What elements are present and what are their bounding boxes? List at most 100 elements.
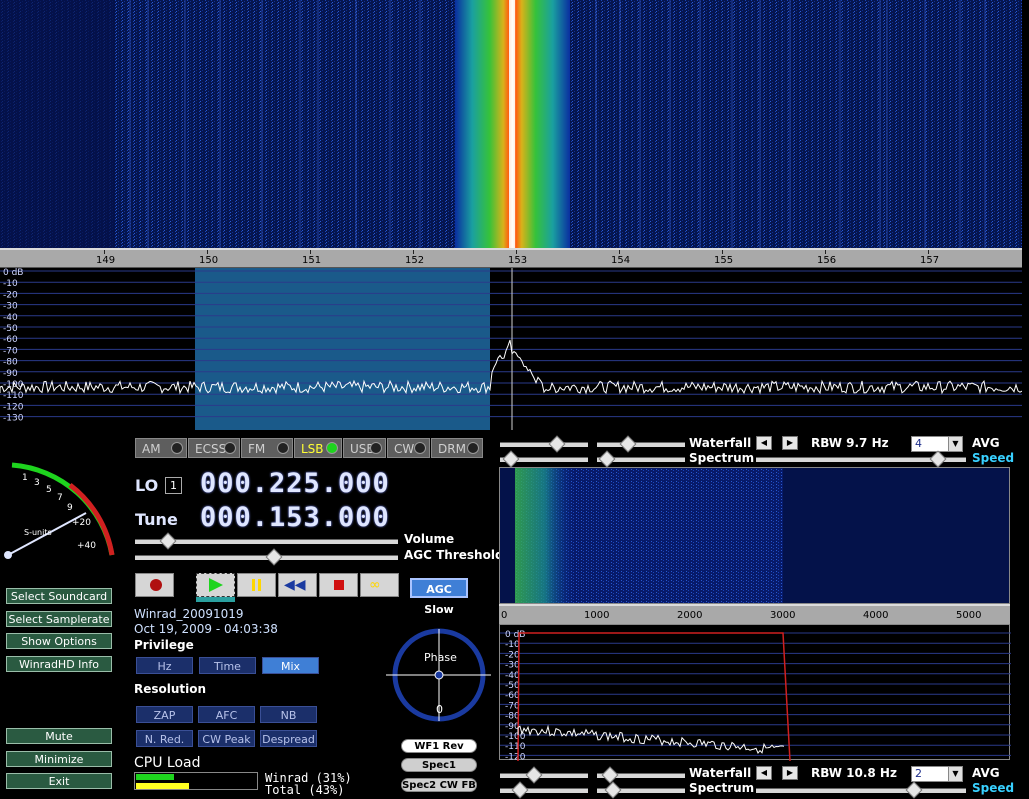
freq-label: 149 <box>96 255 116 266</box>
mute-button[interactable]: Mute <box>6 728 112 744</box>
audio-frequency-scale[interactable]: 0 1000 2000 3000 4000 5000 <box>499 604 1010 624</box>
mode-label: DRM <box>438 442 466 456</box>
freq-label: 152 <box>405 255 425 266</box>
minimize-button[interactable]: Minimize <box>6 750 112 767</box>
mode-label: FM <box>248 442 266 456</box>
lo-label: LO <box>135 476 159 495</box>
svg-text:9: 9 <box>67 503 73 513</box>
freq-tick <box>207 250 208 254</box>
rbw2-left-button[interactable]: ◀ <box>756 766 772 780</box>
resolution-n-red--button[interactable]: N. Red. <box>136 730 193 747</box>
freq-label: 157 <box>920 255 940 266</box>
mode-led-icon <box>171 442 183 454</box>
audio-freq-label: 5000 <box>956 610 982 621</box>
select-soundcard-button[interactable]: Select Soundcard <box>6 588 112 604</box>
agc-threshold-label: AGC Threshold <box>404 548 504 562</box>
resolution-cw-peak-button[interactable]: CW Peak <box>198 730 255 747</box>
audio-db-label: -60 <box>505 691 520 701</box>
audio-bottom-avg-select[interactable]: 2 ▼ <box>911 766 963 782</box>
audio-db-label: -120 <box>505 752 526 761</box>
audio-db-label: -30 <box>505 661 520 671</box>
db-label: -90 <box>3 369 18 379</box>
mode-label: CW <box>394 442 415 456</box>
audio-db-label: -40 <box>505 671 520 681</box>
mode-led-icon <box>224 442 236 454</box>
tune-label: Tune <box>135 510 178 529</box>
resolution-despread-button[interactable]: Despread <box>260 730 317 747</box>
audio-wf-slider-1[interactable] <box>500 442 588 447</box>
cpu-total: Total (43%) <box>265 783 345 797</box>
audio-db-label: -10 <box>505 640 520 650</box>
audio2-wf-slider-1[interactable] <box>500 773 588 778</box>
show-options-button[interactable]: Show Options <box>6 633 112 649</box>
svg-text:+40: +40 <box>77 541 96 551</box>
frequency-scale[interactable]: 149 150 151 152 153 154 155 156 157 <box>0 248 1022 268</box>
audio-top-waterfall-label: Waterfall <box>689 436 752 450</box>
rbw-right-button[interactable]: ▶ <box>782 436 798 450</box>
pause-button[interactable] <box>237 573 276 597</box>
mode-label: LSB <box>301 442 324 456</box>
audio-top-speed-label: Speed <box>972 451 1015 465</box>
audio-bottom-waterfall-label: Waterfall <box>689 766 752 780</box>
rbw-left-button[interactable]: ◀ <box>756 436 772 450</box>
wf1-rev-button[interactable]: WF1 Rev <box>401 739 477 753</box>
loop-button[interactable]: ∞ <box>360 573 399 597</box>
tune-frequency[interactable]: 000.153.000 <box>200 502 390 533</box>
agc-slow-button[interactable]: AGC Slow <box>410 578 468 616</box>
svg-text:1: 1 <box>22 473 28 483</box>
privilege-hz-button[interactable]: Hz <box>136 657 193 674</box>
audio-wf-slider-2[interactable] <box>597 442 685 447</box>
db-label: -80 <box>3 358 18 368</box>
mode-led-icon <box>414 442 426 454</box>
main-spectrum[interactable]: 0 dB -10 -20 -30 -40 -50 -60 -70 -80 -90 -100 -110-… <box>0 268 1023 430</box>
audio-bottom-speed-label: Speed <box>972 781 1015 795</box>
loop-icon: ∞ <box>369 577 381 593</box>
audio-top-spectrum-label: Spectrum <box>689 451 755 465</box>
resolution-nb-button[interactable]: NB <box>260 706 317 723</box>
resolution-afc-button[interactable]: AFC <box>198 706 255 723</box>
play-progress <box>196 597 235 602</box>
audio-top-rbw: RBW 9.7 Hz <box>811 436 889 450</box>
mode-ecss-button[interactable]: ECSS <box>188 438 240 458</box>
svg-text:Phase: Phase <box>424 651 457 664</box>
svg-text:S-units: S-units <box>24 528 52 537</box>
rewind-button[interactable]: ◀◀ <box>278 573 317 597</box>
rbw2-right-button[interactable]: ▶ <box>782 766 798 780</box>
mode-usb-button[interactable]: USB <box>343 438 386 458</box>
mode-drm-button[interactable]: DRM <box>431 438 483 458</box>
resolution-zap-button[interactable]: ZAP <box>136 706 193 723</box>
mode-lsb-button[interactable]: LSB <box>294 438 342 458</box>
lo-badge[interactable]: 1 <box>165 477 182 494</box>
audio-freq-label: 3000 <box>770 610 796 621</box>
mode-cw-button[interactable]: CW <box>387 438 430 458</box>
audio-waterfall[interactable] <box>499 467 1010 604</box>
audio2-speed-slider[interactable] <box>756 788 966 793</box>
privilege-mix-button[interactable]: Mix <box>262 657 319 674</box>
audio-db-label: 0 dB <box>505 630 525 640</box>
lo-frequency[interactable]: 000.225.000 <box>200 468 390 499</box>
svg-text:+20: +20 <box>72 518 91 528</box>
winradhd-info-button[interactable]: WinradHD Info <box>6 655 112 672</box>
phase-scope: Phase 0 <box>386 628 491 722</box>
select-samplerate-button[interactable]: Select Samplerate <box>6 610 112 627</box>
stop-button[interactable] <box>319 573 358 597</box>
freq-tick <box>516 250 517 254</box>
mode-led-icon <box>326 442 338 454</box>
record-button[interactable] <box>135 573 174 597</box>
spec1-fullsp-button[interactable]: Spec1 FullSp. <box>401 758 477 784</box>
audio-spectrum[interactable]: 0 dB -10 -20 -30 -40 -50 -60 -70 -80 -90 -100 -110-… <box>499 624 1011 762</box>
audio-bottom-spectrum-label: Spectrum <box>689 781 755 795</box>
privilege-time-button[interactable]: Time <box>199 657 256 674</box>
mode-am-button[interactable]: AM <box>135 438 187 458</box>
mode-fm-button[interactable]: FM <box>241 438 293 458</box>
main-waterfall[interactable] <box>0 0 1022 248</box>
cpu-load-label: CPU Load <box>134 755 201 771</box>
db-label: -130 <box>3 414 24 424</box>
file-time: Oct 19, 2009 - 04:03:38 <box>134 622 278 636</box>
play-button[interactable] <box>196 573 235 597</box>
exit-button[interactable]: Exit <box>6 773 112 789</box>
file-name: Winrad_20091019 <box>134 607 244 621</box>
freq-tick <box>825 250 826 254</box>
audio-bottom-avg-label: AVG <box>972 766 1000 780</box>
spec2-cwfb-button[interactable]: Spec2 CW FB <box>401 778 477 792</box>
